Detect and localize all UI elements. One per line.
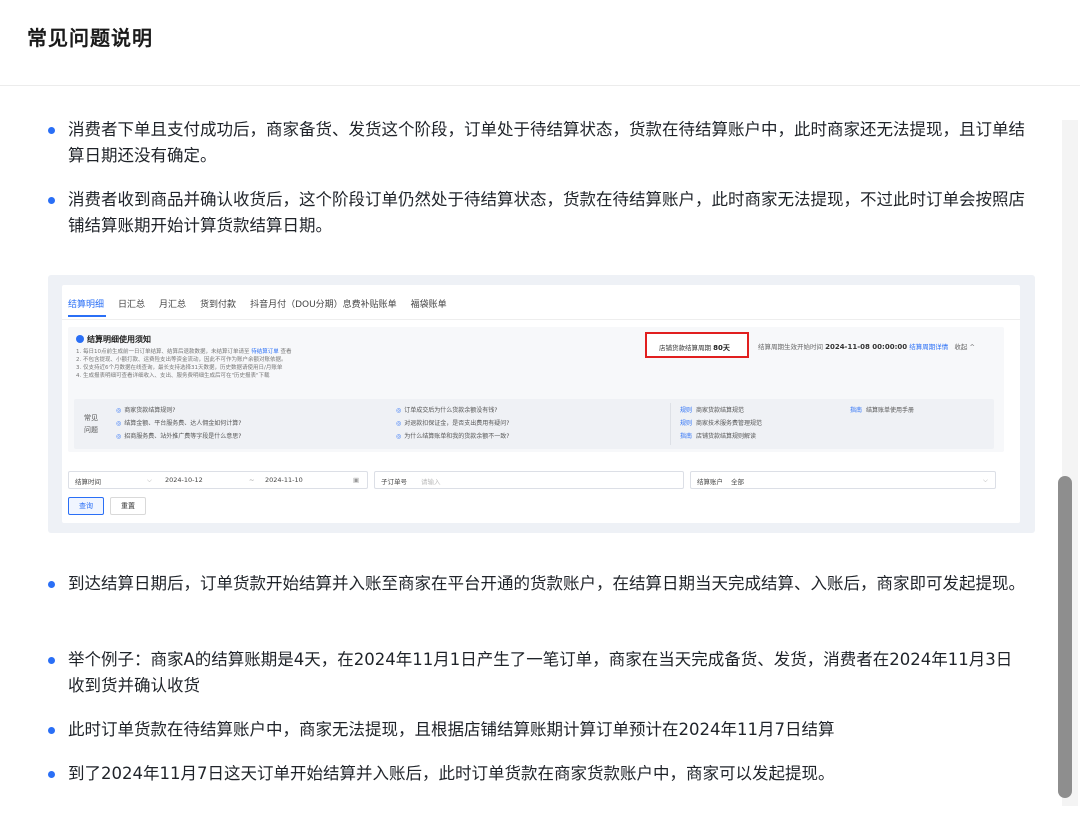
- list-item: 此时订单货款在待结算账户中，商家无法提现，且根据店铺结算账期计算订单预计在202…: [48, 717, 1028, 743]
- notice-line: 3. 仅支持近6个月数据在线查询，最长支持选择31天数据，历史数据请使用日/月账…: [76, 365, 283, 371]
- guide-link[interactable]: 指南 店铺货款结算规则解读: [680, 431, 756, 440]
- list-item: 消费者下单且支付成功后，商家备货、发货这个阶段，订单处于待结算状态，货款在待结算…: [48, 117, 1028, 169]
- page-header: 常见问题说明: [0, 0, 1080, 86]
- tab-dou-installment[interactable]: 抖音月付（DOU分期）息费补贴账单: [250, 296, 397, 314]
- tab-daily-summary[interactable]: 日汇总: [118, 296, 145, 314]
- guide-link[interactable]: 指南 结算账单使用手册: [850, 405, 914, 414]
- faq-link[interactable]: ◎ 对退款扣保证金，是否支出费用有疑问?: [396, 418, 509, 427]
- faq-panel: 常见问题 ◎ 商家货款结算规则? ◎ 结算金额、平台服务费、达人佣金如何计算? ◎ 招…: [74, 399, 994, 449]
- list-item: 到了2024年11月7日这天订单开始结算并入账后，此时订单货款在商家货款账户中，…: [48, 761, 1028, 787]
- query-button[interactable]: 查询: [68, 497, 104, 515]
- usage-notice: 结算明细使用须知 1. 每日10点前生成前一日订单结算、结算后退款数据，未结算订…: [68, 327, 1004, 452]
- tab-settlement-detail[interactable]: 结算明细: [68, 296, 104, 314]
- faq-link[interactable]: ◎ 订单成交后为什么货款余额没有钱?: [396, 405, 497, 414]
- notice-title: 结算明细使用须知: [76, 334, 151, 345]
- bullet-dot-icon: [48, 197, 55, 204]
- bullet-dot-icon: [48, 127, 55, 134]
- article-content: 消费者下单且支付成功后，商家备货、发货这个阶段，订单处于待结算状态，货款在待结算…: [0, 87, 1080, 821]
- notice-line: 4. 生成报表明细可查看详细收入、支出、服务费明细生成后可在"历史报表"下载: [76, 373, 270, 379]
- chevron-down-icon: ⌵: [147, 476, 152, 484]
- settlement-period-highlight: 店铺货款结算周期 80天: [645, 332, 749, 358]
- calendar-icon: ▣: [353, 476, 360, 484]
- active-tab-indicator: [68, 315, 106, 317]
- sub-order-filter[interactable]: 子订单号 请输入: [374, 471, 684, 489]
- bullet-dot-icon: [48, 581, 55, 588]
- bullet-dot-icon: [48, 657, 55, 664]
- chevron-down-icon: ⌵: [983, 476, 988, 484]
- sub-order-input[interactable]: 请输入: [421, 476, 441, 486]
- list-item: 举个例子：商家A的结算账期是4天，在2024年11月1日产生了一笔订单，商家在当…: [48, 647, 1028, 699]
- period-effective-info: 结算周期生效开始时间 2024-11-08 00:00:00 结算周期详情 收起…: [758, 343, 975, 351]
- end-date[interactable]: 2024-11-10: [265, 476, 303, 484]
- collapse-toggle[interactable]: 收起 ^: [954, 343, 975, 351]
- notice-line: 2. 不包含提现、小额打款、运费险支出等资金流动，因此不可作为账户余额对账依据。: [76, 357, 287, 363]
- period-detail-link[interactable]: 结算周期详情: [909, 343, 948, 351]
- settlement-time-filter[interactable]: 结算时间 ⌵ 2024-10-12 ~ 2024-11-10 ▣: [68, 471, 368, 489]
- faq-link[interactable]: ◎ 为什么结算账单和我的货款余额不一致?: [396, 431, 509, 440]
- settlement-panel: 结算明细 日汇总 月汇总 货到付款 抖音月付（DOU分期）息费补贴账单 福袋账单…: [62, 285, 1020, 523]
- tab-cod[interactable]: 货到付款: [200, 296, 236, 314]
- bullet-dot-icon: [48, 771, 55, 778]
- reset-button[interactable]: 重置: [110, 497, 146, 515]
- bullet-dot-icon: [48, 727, 55, 734]
- page-title: 常见问题说明: [27, 26, 153, 50]
- start-date[interactable]: 2024-10-12: [165, 476, 203, 484]
- rule-link[interactable]: 规则 商家技术服务费管理规范: [680, 418, 762, 427]
- scrollbar-thumb[interactable]: [1058, 476, 1072, 798]
- divider: [62, 319, 1020, 320]
- list-item: 消费者收到商品并确认收货后，这个阶段订单仍然处于待结算状态，货款在待结算账户，此…: [48, 187, 1028, 239]
- faq-link[interactable]: ◎ 商家货款结算规则?: [116, 405, 175, 414]
- settlement-tabs: 结算明细 日汇总 月汇总 货到付款 抖音月付（DOU分期）息费补贴账单 福袋账单: [68, 296, 461, 314]
- info-icon: [76, 335, 84, 343]
- tab-lucky-bag[interactable]: 福袋账单: [411, 296, 447, 314]
- faq-link[interactable]: ◎ 招商服务费、站外推广费等字段是什么意思?: [116, 431, 241, 440]
- divider: [670, 403, 671, 445]
- tab-monthly-summary[interactable]: 月汇总: [159, 296, 186, 314]
- content-clip: [0, 803, 1062, 821]
- faq-link[interactable]: ◎ 结算金额、平台服务费、达人佣金如何计算?: [116, 418, 241, 427]
- embedded-screenshot: 结算明细 日汇总 月汇总 货到付款 抖音月付（DOU分期）息费补贴账单 福袋账单…: [48, 275, 1035, 533]
- settlement-period-value: 80天: [713, 344, 730, 352]
- rule-link[interactable]: 规则 商家货款结算规范: [680, 405, 744, 414]
- notice-line: 1. 每日10点前生成前一日订单结算、结算后退款数据，未结算订单请至 待结算订单…: [76, 349, 292, 355]
- settlement-account-filter[interactable]: 结算账户 全部 ⌵: [690, 471, 996, 489]
- faq-label: 常见问题: [84, 414, 98, 434]
- list-item: 到达结算日期后，订单货款开始结算并入账至商家在平台开通的货款账户，在结算日期当天…: [48, 571, 1028, 597]
